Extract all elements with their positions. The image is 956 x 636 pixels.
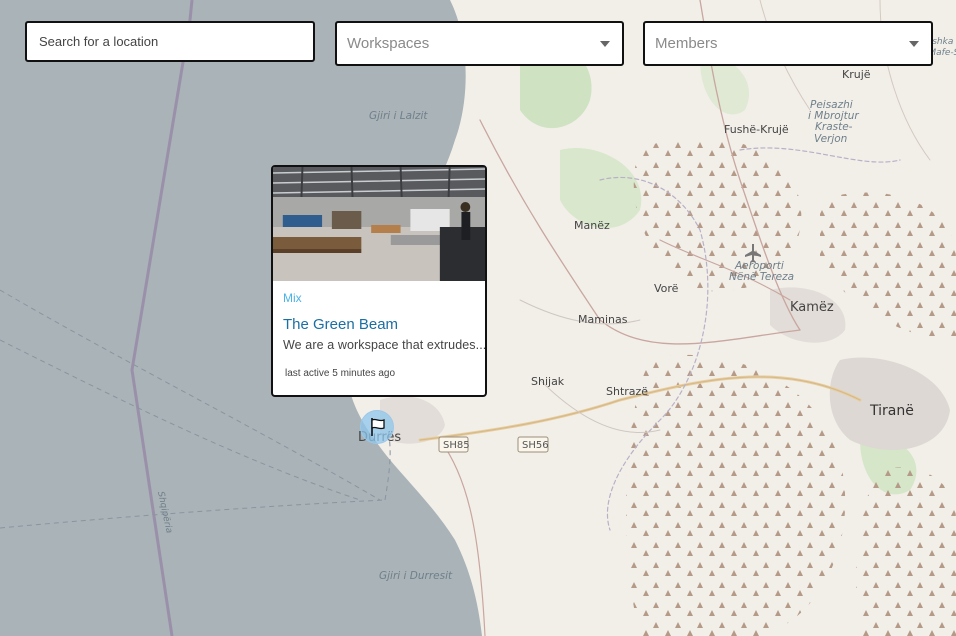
- label-gjiri-durresit: Gjiri i Durresit: [379, 570, 453, 582]
- label-vore: Vorë: [654, 282, 679, 295]
- label-shijak: Shijak: [531, 375, 565, 388]
- workspace-title-link[interactable]: The Green Beam: [283, 316, 398, 333]
- workspace-category: Mix: [283, 291, 302, 305]
- search-box[interactable]: [25, 21, 315, 62]
- label-tirane: Tiranë: [869, 403, 914, 419]
- road-shield-sh56: SH56: [517, 436, 549, 453]
- flag-icon: [371, 418, 385, 436]
- label-manez: Manëz: [574, 219, 610, 232]
- workspaces-dropdown-label: Workspaces: [347, 35, 430, 52]
- workspace-description: We are a workspace that extrudes...: [283, 338, 487, 352]
- label-peisazhi-3: Kraste-: [815, 121, 853, 133]
- label-gjiri-lalzit: Gjiri i Lalzit: [369, 110, 428, 122]
- search-input[interactable]: [37, 22, 303, 61]
- label-kruje: Krujë: [842, 68, 871, 81]
- label-peisazhi-4: Verjon: [814, 133, 847, 145]
- road-shield-sh85: SH85: [438, 436, 470, 453]
- label-aeroporti-2: Nënë Tereza: [729, 271, 794, 283]
- label-shtraze: Shtrazë: [606, 385, 648, 398]
- workspace-popup-card[interactable]: Mix The Green Beam We are a workspace th…: [271, 165, 487, 397]
- label-maminas: Maminas: [578, 313, 628, 326]
- workspace-marker[interactable]: [360, 410, 394, 444]
- members-dropdown-label: Members: [655, 35, 718, 52]
- workspaces-dropdown[interactable]: Workspaces: [335, 21, 624, 66]
- label-fushe-kruje: Fushë-Krujë: [724, 123, 789, 136]
- chevron-down-icon: [909, 40, 919, 47]
- svg-text:SH85: SH85: [443, 440, 470, 451]
- label-kamez: Kamëz: [790, 300, 834, 315]
- members-dropdown[interactable]: Members: [643, 21, 933, 66]
- svg-text:SH56: SH56: [522, 440, 549, 451]
- chevron-down-icon: [600, 40, 610, 47]
- last-active-text: last active 5 minutes ago: [285, 368, 396, 379]
- workspace-photo: [273, 167, 485, 281]
